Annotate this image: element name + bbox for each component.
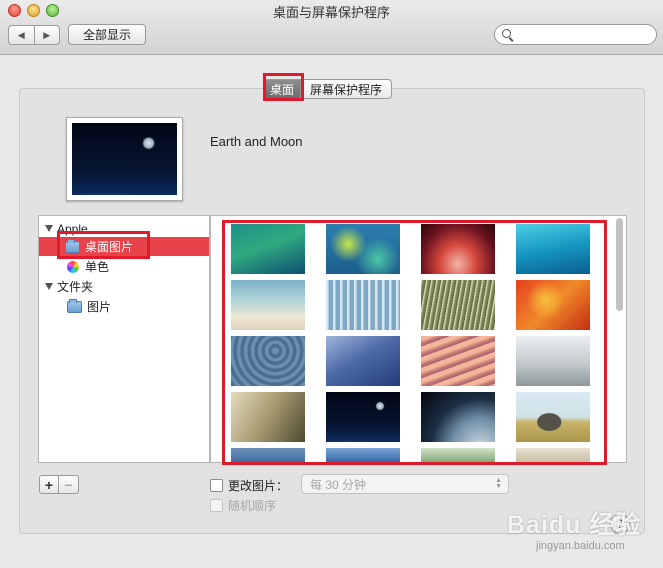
random-order-label: 随机顺序 xyxy=(228,499,277,513)
tab-bar: 桌面 屏幕保护程序 xyxy=(263,79,393,99)
thumbnail[interactable] xyxy=(516,224,590,274)
source-item-pictures[interactable]: 图片 xyxy=(39,297,209,316)
thumbnail[interactable] xyxy=(326,224,400,274)
disclosure-triangle-icon[interactable] xyxy=(45,225,53,232)
source-item-label: 单色 xyxy=(85,260,110,274)
group-label: 文件夹 xyxy=(57,280,94,294)
disclosure-triangle-icon[interactable] xyxy=(45,283,53,290)
watermark-logo: Baidu 经验 xyxy=(507,511,642,539)
add-folder-button[interactable]: + xyxy=(39,475,59,494)
forward-button[interactable]: ▶ xyxy=(35,26,60,44)
change-picture-row: 更改图片： xyxy=(210,477,288,494)
thumbnail[interactable] xyxy=(326,280,400,330)
thumbnail[interactable] xyxy=(421,448,495,462)
tab-screen-saver[interactable]: 屏幕保护程序 xyxy=(301,79,393,99)
thumbnail[interactable] xyxy=(421,336,495,386)
thumbnail[interactable] xyxy=(231,392,305,442)
wallpaper-name: Earth and Moon xyxy=(210,134,303,149)
folder-icon xyxy=(67,298,82,313)
random-order-row: 随机顺序 xyxy=(210,497,276,514)
color-wheel-icon xyxy=(67,260,79,273)
earth-and-moon-image xyxy=(72,123,177,195)
wallpaper-grid xyxy=(210,215,627,463)
search-field[interactable] xyxy=(494,24,657,45)
thumbnail[interactable] xyxy=(421,392,495,442)
group-label: Apple xyxy=(57,221,88,236)
thumbnail[interactable] xyxy=(421,224,495,274)
thumbnail[interactable] xyxy=(516,336,590,386)
change-picture-checkbox[interactable] xyxy=(210,479,223,492)
source-group-folders[interactable]: 文件夹 xyxy=(39,277,209,296)
thumbnail[interactable] xyxy=(231,280,305,330)
thumbnail[interactable] xyxy=(421,280,495,330)
grid-scrollbar[interactable] xyxy=(614,218,624,461)
thumbnail[interactable] xyxy=(326,336,400,386)
source-list: Apple 桌面图片 单色 文件夹 图片 xyxy=(38,215,210,463)
thumbnail[interactable] xyxy=(516,448,590,462)
source-group-apple[interactable]: Apple xyxy=(39,219,209,238)
popup-arrows-icon: ▲ ▼ xyxy=(495,477,502,490)
thumbnail[interactable] xyxy=(326,448,400,462)
window-title: 桌面与屏幕保护程序 xyxy=(272,5,390,20)
wallpaper-preview xyxy=(66,117,183,201)
source-item-solid-colors[interactable]: 单色 xyxy=(39,257,209,276)
source-item-desktop-pictures[interactable]: 桌面图片 xyxy=(39,237,209,256)
thumbnail[interactable] xyxy=(231,336,305,386)
thumbnail[interactable] xyxy=(326,392,400,442)
remove-folder-button[interactable]: − xyxy=(59,475,79,494)
title-bar: 桌面与屏幕保护程序 ◀ ▶ 全部显示 xyxy=(0,0,663,55)
back-button[interactable]: ◀ xyxy=(9,26,35,44)
source-item-label: 图片 xyxy=(87,300,112,314)
interval-popup[interactable]: 每 30 分钟 ▲ ▼ xyxy=(301,474,509,494)
thumbnail[interactable] xyxy=(516,280,590,330)
back-forward-control: ◀ ▶ xyxy=(8,25,60,45)
scrollbar-thumb[interactable] xyxy=(616,218,623,311)
show-all-button[interactable]: 全部显示 xyxy=(68,24,146,45)
thumbnail[interactable] xyxy=(231,224,305,274)
change-picture-label: 更改图片： xyxy=(228,479,289,493)
tab-desktop[interactable]: 桌面 xyxy=(263,79,302,99)
folder-icon xyxy=(65,238,80,253)
interval-value: 每 30 分钟 xyxy=(310,477,367,492)
thumbnail[interactable] xyxy=(231,448,305,462)
source-item-label: 桌面图片 xyxy=(85,240,134,254)
thumbnail[interactable] xyxy=(516,392,590,442)
search-icon xyxy=(502,29,511,38)
random-order-checkbox[interactable] xyxy=(210,499,223,512)
watermark-url: jingyan.baidu.com xyxy=(536,540,625,552)
